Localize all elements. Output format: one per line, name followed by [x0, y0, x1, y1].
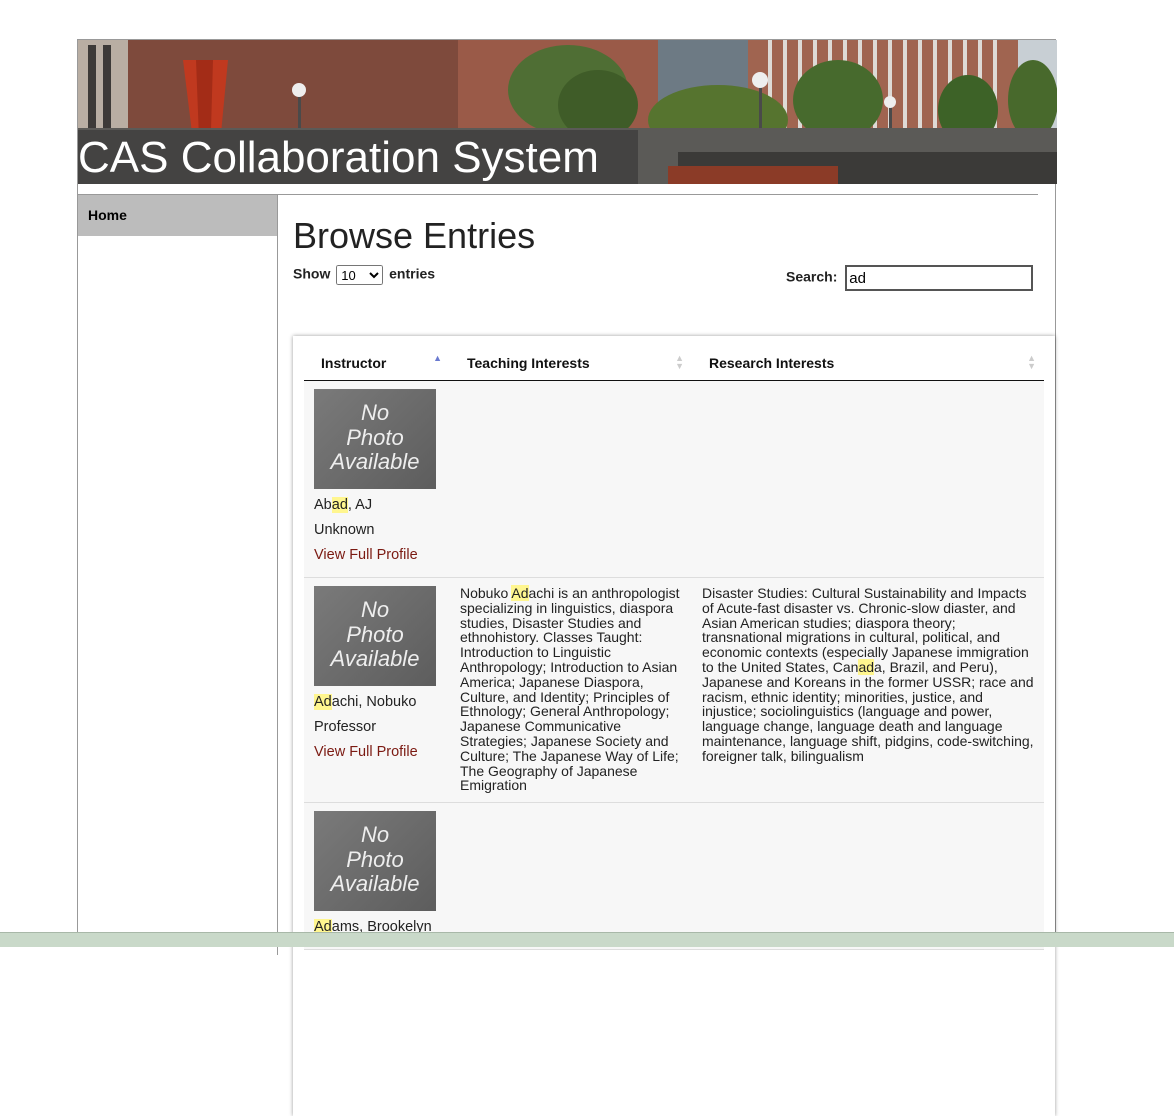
teaching-text: achi is an anthropologist specializing i… [460, 585, 680, 794]
instructor-title: Unknown [314, 522, 375, 538]
no-photo-placeholder: No Photo Available [314, 586, 436, 686]
sort-both-icon: ▲ ▼ [1027, 353, 1036, 371]
search-highlight: Ad [511, 585, 529, 601]
placeholder-text: Photo [346, 846, 404, 872]
name-text: achi, Nobuko [331, 694, 417, 710]
entries-per-page-select[interactable]: 10 [336, 265, 384, 285]
search-label: Search: [786, 268, 838, 285]
research-interests-cell: Disaster Studies: Cultural Sustainabilit… [692, 577, 1044, 804]
os-taskbar [0, 932, 1174, 947]
sidebar: Home [78, 195, 278, 955]
placeholder-text: Photo [346, 424, 404, 450]
instructor-cell: No Photo Available Abad, AJ Unknown View… [304, 380, 450, 578]
table-row: No Photo Available Adams, Brookelyn [304, 802, 1044, 951]
view-full-profile-link[interactable]: View Full Profile [314, 543, 440, 568]
placeholder-text: No [360, 400, 390, 425]
placeholder-text: No [360, 597, 390, 622]
search-highlight: ad [331, 497, 348, 513]
search-highlight: ad [858, 658, 875, 675]
research-interests-cell [692, 802, 1044, 951]
column-header-label: Teaching Interests [467, 355, 590, 371]
no-photo-placeholder: No Photo Available [314, 811, 436, 912]
sort-both-icon: ▲ ▼ [675, 353, 684, 371]
column-header-label: Research Interests [709, 355, 835, 371]
name-text: , AJ [347, 497, 373, 513]
teaching-interests-cell [450, 802, 692, 951]
view-full-profile-link[interactable]: View Full Profile [314, 740, 440, 765]
placeholder-text: Photo [346, 621, 404, 647]
teaching-text: Nobuko [460, 585, 512, 601]
header-banner-image: CAS Collaboration System [78, 40, 1057, 184]
site-title: CAS Collaboration System [78, 133, 599, 182]
placeholder-text: Available [330, 646, 420, 671]
column-header-instructor[interactable]: Instructor ▲ [304, 346, 450, 381]
teaching-interests-cell: Nobuko Adachi is an anthropologist speci… [450, 577, 692, 804]
instructor-cell: No Photo Available Adachi, Nobuko Profes… [304, 577, 450, 804]
instructor-name: Abad, AJ [314, 493, 440, 518]
search-input[interactable] [845, 265, 1034, 291]
instructor-name: Adachi, Nobuko [314, 690, 440, 715]
placeholder-text: Available [330, 871, 420, 897]
placeholder-text: Available [330, 449, 420, 474]
sort-ascending-icon: ▲ [433, 353, 442, 363]
search-control: Search: [786, 265, 1034, 291]
no-photo-placeholder: No Photo Available [314, 389, 436, 489]
teaching-interests-cell [450, 380, 692, 578]
name-text: Ab [314, 497, 332, 513]
page-title: Browse Entries [293, 215, 536, 256]
column-header-label: Instructor [321, 355, 387, 371]
instructor-cell: No Photo Available Adams, Brookelyn [304, 802, 450, 951]
search-highlight: Ad [314, 694, 332, 710]
entries-table-container: Instructor ▲ Teaching Interests ▲ ▼ Resea… [293, 336, 1055, 1116]
show-label: Show [293, 265, 331, 282]
placeholder-text: No [360, 822, 390, 848]
table-row: No Photo Available Adachi, Nobuko Profes… [304, 577, 1044, 804]
entries-table: Instructor ▲ Teaching Interests ▲ ▼ Resea… [304, 346, 1044, 951]
page-container: CAS Collaboration System Home Browse Ent… [77, 39, 1057, 1116]
research-interests-cell [692, 380, 1044, 578]
entries-length-control: Show 10 entries [293, 265, 435, 285]
column-header-teaching[interactable]: Teaching Interests ▲ ▼ [450, 346, 692, 381]
sidebar-item-home[interactable]: Home [78, 195, 277, 236]
column-header-research[interactable]: Research Interests ▲ ▼ [692, 346, 1044, 381]
research-text: a, Brazil, and Peru), Japanese and Korea… [702, 658, 1034, 764]
instructor-title: Professor [314, 719, 377, 735]
table-row: No Photo Available Abad, AJ Unknown View… [304, 380, 1044, 578]
entries-label: entries [389, 265, 436, 282]
